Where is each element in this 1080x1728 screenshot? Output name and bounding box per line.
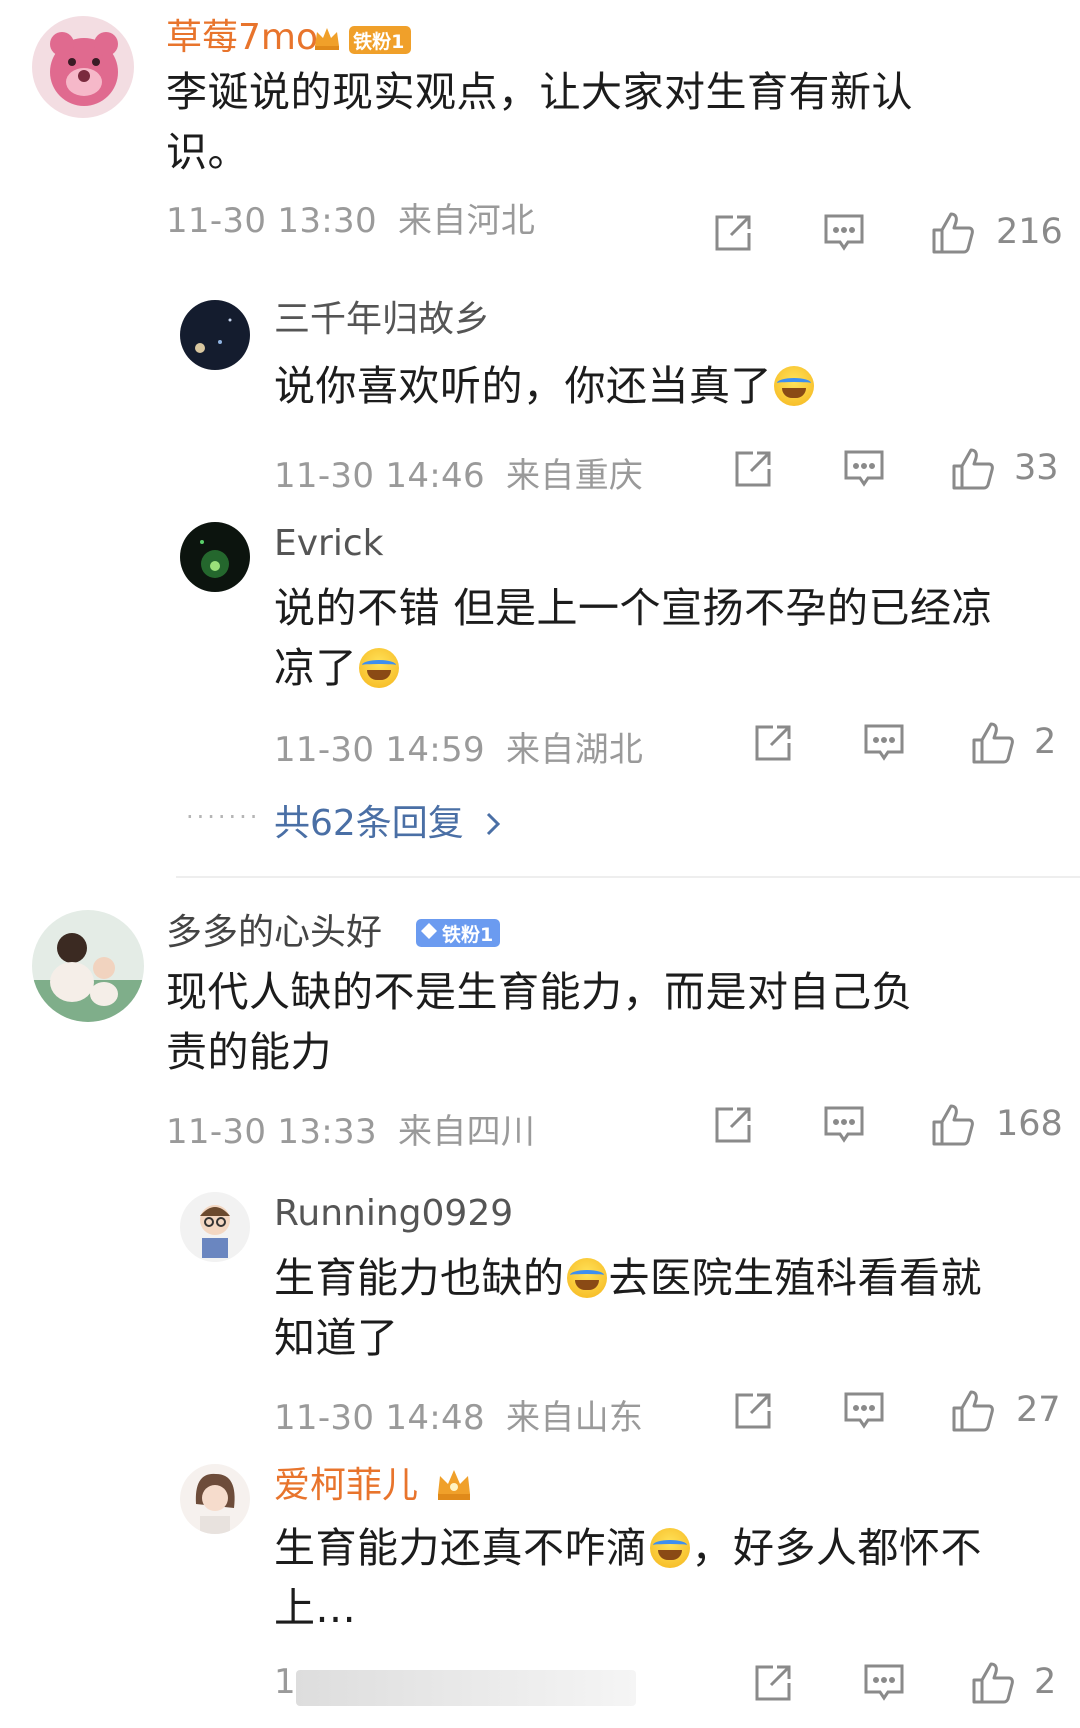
comment-meta: 11-30 13:33 来自四川 — [166, 1104, 535, 1153]
reply-location: 来自山东 — [506, 1398, 644, 1438]
crown-icon — [312, 24, 342, 56]
reply-username[interactable]: 三千年归故乡 — [274, 300, 490, 340]
comment-time: 11-30 13:30 — [166, 201, 377, 241]
comment-time: 11-30 13:33 — [166, 1112, 377, 1152]
reply-text-content: 说你喜欢听的，你还当真了 — [274, 362, 772, 410]
comment-text: 李诞说的现实观点，让大家对生育有新认识。 — [166, 68, 913, 176]
avatar[interactable] — [180, 522, 250, 592]
reply-meta: 1 — [274, 1662, 296, 1702]
diamond-icon — [420, 922, 438, 945]
reply-text-part2: ，好多人都怀不 — [691, 1524, 982, 1572]
avatar[interactable] — [32, 910, 144, 1022]
share-icon[interactable] — [713, 213, 753, 253]
comment-icon[interactable] — [823, 213, 865, 253]
laugh-cry-emoji-icon — [566, 1258, 607, 1298]
reply-meta: 11-30 14:59 来自湖北 — [274, 722, 643, 771]
comment-icon[interactable] — [863, 723, 905, 763]
comment-icon[interactable] — [843, 449, 885, 489]
comment-username[interactable]: 草莓7mo — [166, 18, 318, 58]
reply-text: 生育能力还真不咋滴 ，好多人都怀不 上... — [274, 1518, 1034, 1638]
avatar[interactable] — [180, 1192, 250, 1262]
share-icon[interactable] — [733, 449, 773, 489]
comment-divider — [176, 876, 1080, 878]
like-count: 33 — [1014, 448, 1059, 488]
like-count: 216 — [996, 212, 1063, 252]
like-count: 27 — [1016, 1390, 1061, 1430]
avatar[interactable] — [180, 1464, 250, 1534]
thumbs-up-icon[interactable] — [931, 1103, 975, 1147]
thumbs-up-icon[interactable] — [951, 1389, 995, 1433]
crown-icon — [434, 1466, 474, 1508]
fan-badge: 铁粉1 — [312, 24, 412, 56]
comment-meta: 11-30 13:30 来自河北 — [166, 193, 535, 242]
fan-badge-text: 铁粉1 — [442, 923, 494, 946]
reply-time: 1 — [274, 1662, 296, 1702]
meta-overlay — [296, 1670, 636, 1706]
thumbs-up-icon[interactable] — [951, 447, 995, 491]
fan-badge-label: 铁粉1 — [349, 26, 412, 54]
reply-text: 生育能力也缺的 去医院生殖科看看就 知道了 — [274, 1248, 1034, 1368]
reply-text: 说你喜欢听的，你还当真了 — [274, 356, 1034, 416]
comment-text: 现代人缺的不是生育能力，而是对自己负责的能力 — [166, 968, 913, 1076]
laugh-cry-emoji-icon — [774, 366, 814, 406]
comment-icon[interactable] — [863, 1663, 905, 1703]
more-replies-link[interactable]: 共62条回复 — [274, 794, 501, 846]
reply-text-part1: 生育能力也缺的 — [274, 1254, 565, 1302]
fan-badge: 铁粉1 — [416, 919, 501, 947]
reply-meta: 11-30 14:48 来自山东 — [274, 1390, 643, 1439]
reply-text-line2: 凉了 — [274, 644, 357, 692]
fan-badge-label: 铁粉1 — [416, 919, 501, 947]
reply-meta: 11-30 14:46 来自重庆 — [274, 448, 643, 497]
thumbs-up-icon[interactable] — [931, 211, 975, 255]
avatar[interactable] — [32, 16, 134, 118]
reply-username[interactable]: 爱柯菲儿 — [274, 1466, 418, 1506]
comment-location: 来自河北 — [398, 201, 536, 241]
share-icon[interactable] — [733, 1391, 773, 1431]
comment-username[interactable]: 多多的心头好 — [166, 913, 382, 953]
thumbs-up-icon[interactable] — [971, 721, 1015, 765]
comment-location: 来自四川 — [398, 1112, 536, 1152]
reply-location: 来自湖北 — [506, 730, 644, 770]
comment-icon[interactable] — [843, 1391, 885, 1431]
share-icon[interactable] — [713, 1105, 753, 1145]
laugh-cry-emoji-icon — [649, 1528, 690, 1568]
more-replies-label: 共62条回复 — [274, 803, 464, 844]
avatar[interactable] — [180, 300, 250, 370]
reply-text-line1: 说的不错 但是上一个宣扬不孕的已经凉 — [274, 584, 994, 632]
reply-text-part1: 生育能力还真不咋滴 — [274, 1524, 648, 1572]
laugh-cry-emoji-icon — [359, 648, 399, 688]
like-count: 2 — [1034, 722, 1057, 762]
share-icon[interactable] — [753, 1663, 793, 1703]
reply-username[interactable]: Running0929 — [274, 1194, 513, 1234]
reply-text: 说的不错 但是上一个宣扬不孕的已经凉 凉了 — [274, 578, 1034, 698]
comment-icon[interactable] — [823, 1105, 865, 1145]
reply-text-part2: 去医院生殖科看看就 — [608, 1254, 982, 1302]
reply-time: 11-30 14:48 — [274, 1398, 485, 1438]
like-count: 2 — [1034, 1662, 1057, 1702]
like-count: 168 — [996, 1104, 1063, 1144]
chevron-right-icon — [485, 805, 501, 846]
reply-location: 来自重庆 — [506, 456, 644, 496]
reply-username[interactable]: Evrick — [274, 524, 384, 564]
thumbs-up-icon[interactable] — [971, 1661, 1015, 1705]
reply-text-line2: 上... — [274, 1584, 357, 1632]
reply-time: 11-30 14:59 — [274, 730, 485, 770]
share-icon[interactable] — [753, 723, 793, 763]
more-replies-dots: ······· — [186, 803, 261, 831]
reply-time: 11-30 14:46 — [274, 456, 485, 496]
reply-text-line2: 知道了 — [274, 1314, 399, 1362]
